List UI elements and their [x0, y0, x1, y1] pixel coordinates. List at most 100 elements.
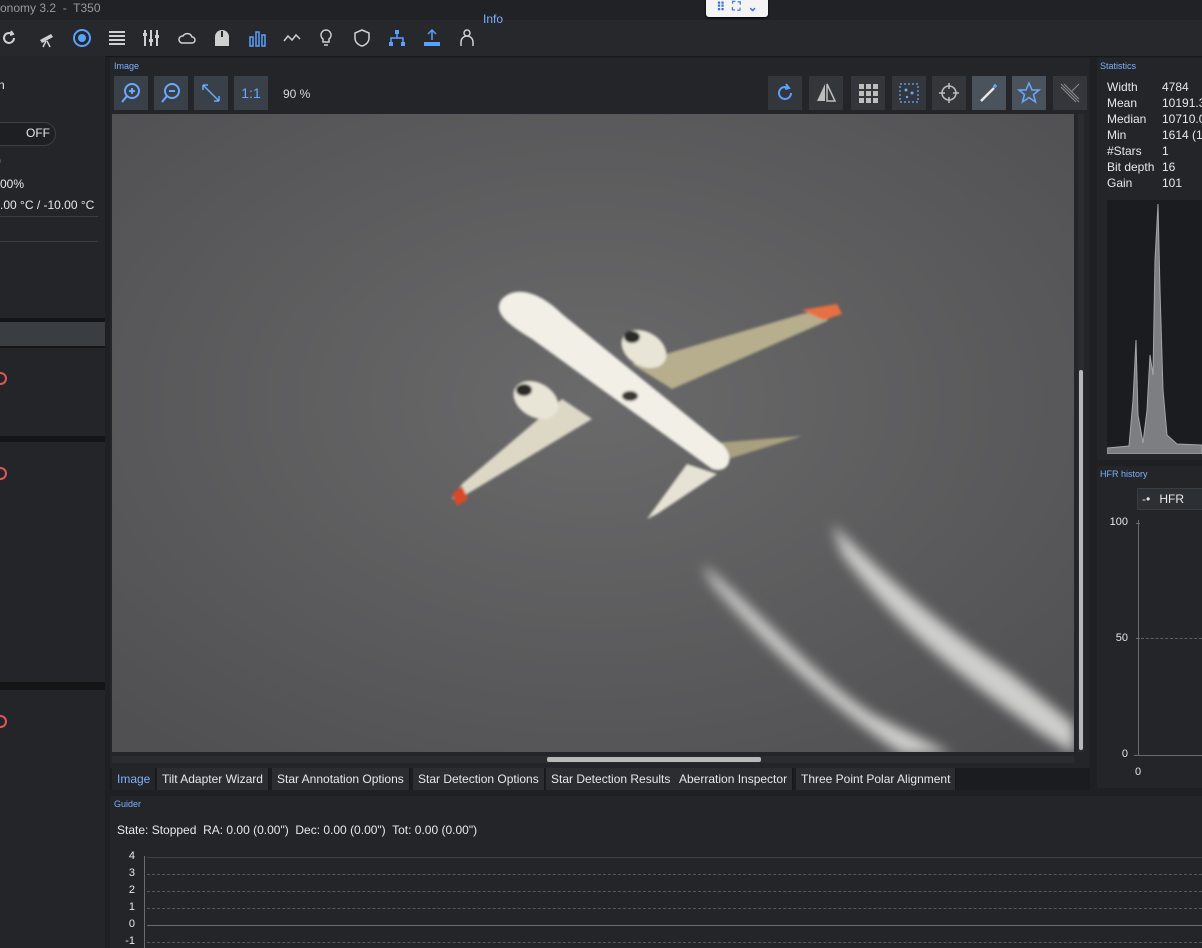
guider-y-tick: 3	[128, 867, 135, 879]
star-icon	[1017, 81, 1041, 104]
guider-grid-line	[147, 908, 1202, 909]
fullscreen-icon[interactable]: ⛶	[732, 0, 740, 14]
hfr-legend-label: HFR	[1159, 492, 1185, 506]
grid-icon	[859, 84, 878, 103]
target-icon[interactable]	[71, 27, 93, 49]
flip-icon	[817, 83, 837, 102]
image-vertical-scroll-thumb[interactable]	[1079, 370, 1083, 750]
guider-grid-line	[147, 857, 1202, 858]
auto-stretch-button[interactable]	[972, 76, 1006, 110]
star-detection-button[interactable]	[892, 76, 926, 110]
captured-image	[112, 114, 1074, 752]
guider-title: Guider	[114, 799, 142, 809]
histogram-curve	[1106, 203, 1202, 455]
stat-label: Width	[1107, 80, 1138, 94]
divider	[0, 216, 98, 217]
tab-star-detection-results[interactable]: Star Detection Results	[546, 768, 677, 790]
info-tab-label[interactable]: Info	[483, 12, 503, 26]
rotate-button[interactable]	[768, 76, 802, 110]
divider	[0, 241, 98, 242]
cooler-toggle-label: OFF	[26, 126, 50, 140]
star-annotation-button[interactable]	[1012, 76, 1046, 110]
cooler-power-value: 00%	[0, 177, 25, 191]
zoom-out-button[interactable]	[154, 76, 188, 110]
statistics-title: Statistics	[1100, 61, 1137, 71]
tree-icon[interactable]	[386, 27, 408, 49]
bulb-icon[interactable]	[315, 27, 337, 49]
guider-y-axis	[144, 856, 145, 948]
camera-info-line: )	[0, 153, 1, 167]
image-tabs-bar: Image Tilt Adapter Wizard Star Annotatio…	[110, 768, 1090, 790]
guider-y-tick: 0	[128, 918, 135, 930]
tab-tilt-adapter-wizard[interactable]: Tilt Adapter Wizard	[157, 768, 269, 790]
left-panel: n OFF ) 00% .00 °C / -10.00 °C	[0, 56, 105, 948]
stat-value: 1	[1162, 144, 1169, 158]
refresh-icon[interactable]	[0, 27, 20, 49]
magic-wand-icon	[980, 84, 997, 102]
zoom-out-icon	[161, 83, 180, 103]
cloud-icon[interactable]	[176, 27, 198, 49]
crosshair-button[interactable]	[932, 76, 966, 110]
tab-three-point-polar-alignment[interactable]: Three Point Polar Alignment	[796, 768, 957, 790]
stat-label: #Stars	[1107, 144, 1142, 158]
stat-value: 10191.3	[1162, 96, 1202, 110]
hfr-x-tick: 0	[1135, 766, 1142, 778]
hfr-tick-mark	[1136, 523, 1140, 524]
flip-button[interactable]	[809, 76, 843, 110]
fit-to-window-button[interactable]	[194, 76, 228, 110]
main-toolbar	[0, 20, 1202, 57]
chevron-down-icon[interactable]: ⌄	[748, 0, 758, 14]
bahtinov-button[interactable]	[1053, 76, 1087, 110]
drag-dots-icon[interactable]: ⠿	[716, 0, 725, 14]
legend-marker-icon: -•	[1142, 492, 1151, 506]
zoom-in-icon	[121, 83, 140, 103]
equipment-panel	[0, 690, 105, 948]
diffraction-icon	[1060, 83, 1080, 103]
rotate-icon	[778, 83, 792, 100]
list-icon[interactable]	[106, 27, 128, 49]
sliders-icon[interactable]	[140, 27, 162, 49]
guider-grid-line	[147, 891, 1202, 892]
hfr-history-panel	[1097, 466, 1202, 788]
hfr-y-tick: 50	[1115, 632, 1128, 644]
guider-state-text: State: Stopped RA: 0.00 (0.00") Dec: 0.0…	[117, 823, 478, 837]
sequence-icon[interactable]	[281, 27, 303, 49]
image-horizontal-scroll-thumb[interactable]	[547, 757, 761, 762]
fit-arrows-icon	[202, 84, 220, 102]
stat-label: Bit depth	[1107, 160, 1155, 174]
person-icon[interactable]	[456, 27, 478, 49]
image-viewport[interactable]	[112, 114, 1074, 752]
star-field-icon	[899, 83, 919, 103]
guider-grid-line	[147, 942, 1202, 943]
shield-icon[interactable]	[351, 27, 373, 49]
grid-overlay-button[interactable]	[851, 76, 885, 110]
bar-chart-icon[interactable]	[246, 27, 268, 49]
title-bar	[0, 0, 1202, 20]
snap-layout-widget[interactable]: ⠿ ⛶ ⌄	[706, 0, 768, 17]
actual-size-button[interactable]: 1:1	[234, 76, 268, 110]
window-title: onomy 3.2 - T350	[0, 1, 101, 15]
zoom-in-button[interactable]	[114, 76, 148, 110]
stat-value: 4784	[1162, 80, 1189, 94]
hfr-y-tick: 0	[1121, 748, 1128, 760]
tab-image[interactable]: Image	[112, 768, 157, 790]
stat-value: 10710.0	[1162, 112, 1202, 126]
telescope-icon[interactable]	[36, 27, 58, 49]
hfr-legend[interactable]: -• HFR	[1137, 488, 1202, 510]
equipment-panel	[0, 348, 105, 436]
guider-y-tick: -1	[125, 935, 135, 947]
stat-label: Gain	[1107, 176, 1133, 190]
observatory-icon[interactable]	[211, 27, 233, 49]
camera-info-line: n	[0, 78, 5, 92]
tab-star-detection-options[interactable]: Star Detection Options	[413, 768, 545, 790]
hfr-tick-mark	[1136, 638, 1140, 639]
image-panel-title: Image	[114, 61, 140, 71]
temperature-value: .00 °C / -10.00 °C	[0, 198, 95, 212]
tab-aberration-inspector[interactable]: Aberration Inspector	[674, 768, 794, 790]
hfr-y-tick: 100	[1109, 516, 1128, 528]
stat-value: 1614 (1	[1162, 128, 1202, 142]
equipment-panel	[0, 442, 105, 682]
tree-up-icon[interactable]	[421, 27, 443, 49]
stat-value: 101	[1162, 176, 1183, 190]
tab-star-annotation-options[interactable]: Star Annotation Options	[272, 768, 410, 790]
